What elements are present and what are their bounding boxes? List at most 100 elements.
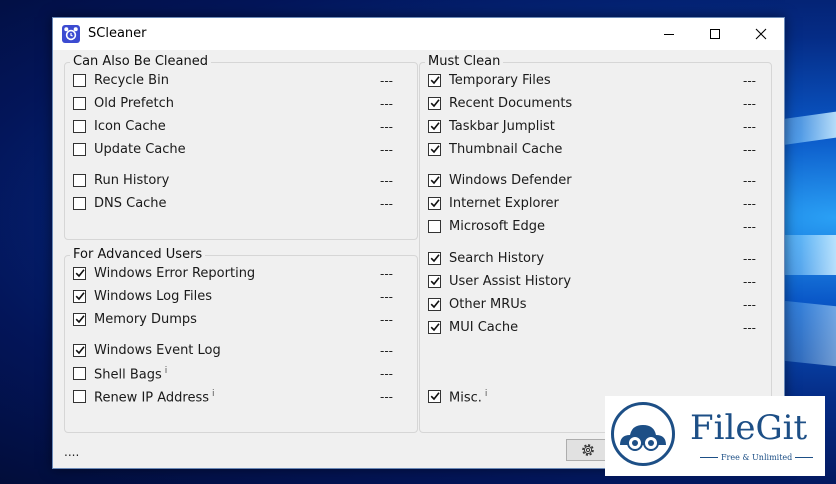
group-for-advanced-users: For Advanced Users Windows Error Reporti… xyxy=(64,247,418,433)
checkbox[interactable] xyxy=(428,252,441,265)
checkbox-label-text: Memory Dumps xyxy=(94,312,197,327)
checkbox-label-text: Old Prefetch xyxy=(94,96,174,111)
checkbox-label: Search History xyxy=(449,251,544,266)
checkbox[interactable] xyxy=(428,120,441,133)
checkbox[interactable] xyxy=(73,313,86,326)
group-must-clean: Must Clean Temporary Files --- Recent Docu… xyxy=(419,54,772,433)
checkbox-label: Internet Explorer xyxy=(449,196,559,211)
checkbox-label-text: Icon Cache xyxy=(94,119,166,134)
checkbox[interactable] xyxy=(73,344,86,357)
checkbox-label-text: Windows Error Reporting xyxy=(94,266,256,281)
checkmark-icon xyxy=(430,176,440,185)
close-button[interactable] xyxy=(738,18,784,50)
checkbox-label-text: Run History xyxy=(94,173,170,188)
item-size-value: --- xyxy=(743,74,756,88)
checkbox[interactable] xyxy=(428,174,441,187)
minimize-icon xyxy=(664,34,674,35)
checkmark-icon xyxy=(430,199,440,208)
checkbox[interactable] xyxy=(428,74,441,87)
checkbox-label: Update Cache xyxy=(94,142,186,157)
checkbox-label-text: Temporary Files xyxy=(449,73,551,88)
info-icon[interactable]: i xyxy=(485,389,488,399)
item-size-value: --- xyxy=(380,390,393,404)
checkmark-icon xyxy=(430,300,440,309)
maximize-button[interactable] xyxy=(692,18,738,50)
gear-icon xyxy=(582,444,594,456)
checkbox-label: Other MRUs xyxy=(449,297,527,312)
checkmark-icon xyxy=(75,315,85,324)
minimize-button[interactable] xyxy=(646,18,692,50)
checkbox[interactable] xyxy=(428,97,441,110)
item-size-value: --- xyxy=(743,298,756,312)
checkbox[interactable] xyxy=(73,367,86,380)
checkbox-label-text: Microsoft Edge xyxy=(449,219,546,234)
item-size-value: --- xyxy=(380,143,393,157)
item-size-value: --- xyxy=(743,174,756,188)
checkbox[interactable] xyxy=(73,290,86,303)
checkbox[interactable] xyxy=(428,197,441,210)
checkbox-label: Shell Bags i xyxy=(94,366,167,382)
checkbox-label-text: Other MRUs xyxy=(449,297,527,312)
item-size-value: --- xyxy=(380,367,393,381)
checkbox[interactable] xyxy=(73,74,86,87)
item-size-value: --- xyxy=(380,344,393,358)
checkbox[interactable] xyxy=(73,97,86,110)
checkmark-icon xyxy=(75,292,85,301)
checkbox-label: Taskbar Jumplist xyxy=(449,119,555,134)
watermark-brand: FileGit xyxy=(690,408,808,448)
checkbox[interactable] xyxy=(428,298,441,311)
item-size-value: --- xyxy=(743,143,756,157)
checkbox[interactable] xyxy=(428,143,441,156)
item-size-value: --- xyxy=(380,120,393,134)
item-size-value: --- xyxy=(743,252,756,266)
item-size-value: --- xyxy=(380,74,393,88)
settings-button[interactable] xyxy=(566,439,609,461)
filegit-watermark: FileGit Free & Unlimited xyxy=(605,396,825,476)
item-size-value: --- xyxy=(380,197,393,211)
group-label: Can Also Be Cleaned xyxy=(70,54,211,70)
close-icon xyxy=(755,28,767,40)
checkmark-icon xyxy=(430,145,440,154)
title-bar[interactable]: SCleaner xyxy=(53,18,784,50)
checkbox[interactable] xyxy=(73,120,86,133)
group-label: For Advanced Users xyxy=(70,247,206,263)
checkbox[interactable] xyxy=(428,275,441,288)
checkmark-icon xyxy=(430,76,440,85)
checkbox[interactable] xyxy=(428,220,441,233)
checkbox-label-text: Recycle Bin xyxy=(94,73,169,88)
info-icon[interactable]: i xyxy=(212,389,215,399)
checkbox[interactable] xyxy=(73,143,86,156)
item-size-value: --- xyxy=(380,313,393,327)
checkbox[interactable] xyxy=(428,321,441,334)
checkbox-label-text: Recent Documents xyxy=(449,96,573,111)
item-size-value: --- xyxy=(743,321,756,335)
checkbox-label-text: Shell Bags xyxy=(94,367,162,383)
info-icon[interactable]: i xyxy=(165,366,168,376)
checkbox-label: Memory Dumps xyxy=(94,312,197,327)
checkbox[interactable] xyxy=(73,197,86,210)
checkbox[interactable] xyxy=(73,267,86,280)
group-can-also-be-cleaned: Can Also Be Cleaned Recycle Bin --- Old Pr… xyxy=(64,54,418,240)
item-size-value: --- xyxy=(743,275,756,289)
watermark-tagline: Free & Unlimited xyxy=(721,453,793,462)
checkbox-label-text: Search History xyxy=(449,251,545,266)
checkbox-label: User Assist History xyxy=(449,274,571,289)
checkbox[interactable] xyxy=(73,174,86,187)
checkbox-label-text: User Assist History xyxy=(449,274,572,289)
checkbox-label-text: Windows Defender xyxy=(449,173,572,188)
item-size-value: --- xyxy=(380,97,393,111)
checkbox-label: Recycle Bin xyxy=(94,73,169,88)
checkbox-label-text: Renew IP Address xyxy=(94,390,210,406)
item-size-value: --- xyxy=(380,290,393,304)
checkbox-label: MUI Cache xyxy=(449,320,518,335)
checkbox-label-text: Windows Event Log xyxy=(94,343,221,358)
checkbox[interactable] xyxy=(428,390,441,403)
checkbox[interactable] xyxy=(73,390,86,403)
item-size-value: --- xyxy=(743,197,756,211)
item-size-value: --- xyxy=(380,267,393,281)
checkbox-label: Temporary Files xyxy=(449,73,551,88)
checkbox-label: Run History xyxy=(94,173,169,188)
checkbox-label-text: Thumbnail Cache xyxy=(449,142,563,157)
checkbox-label: Microsoft Edge xyxy=(449,219,545,234)
checkbox-label-text: Internet Explorer xyxy=(449,196,559,211)
